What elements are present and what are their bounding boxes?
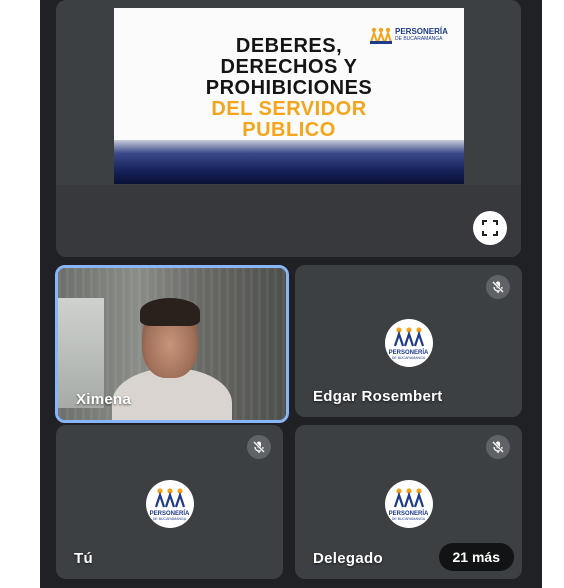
avatar-sub-text: DE BUCARAMANGA — [391, 517, 426, 521]
presentation-tile[interactable]: PERSONERÍA DE BUCARAMANGA DEBERES, DEREC… — [56, 0, 521, 257]
mic-off-icon — [492, 441, 504, 453]
participant-tile-self[interactable]: PERSONERÍA DE BUCARAMANGA Tú — [56, 425, 283, 579]
participant-name: Edgar Rosembert — [313, 388, 443, 405]
mic-off-icon — [492, 281, 504, 293]
participant-tile-ximena[interactable]: Ximena — [55, 265, 289, 423]
slide-title-line-2: DERECHOS Y — [220, 56, 358, 78]
fullscreen-icon — [482, 220, 498, 236]
slide-title-line-3: PROHIBICIONES — [205, 77, 373, 99]
presentation-slide: PERSONERÍA DE BUCARAMANGA DEBERES, DEREC… — [114, 8, 464, 184]
avatar: PERSONERÍA DE BUCARAMANGA — [384, 319, 433, 367]
participant-name: Delegado — [313, 550, 383, 567]
participant-name: Ximena — [76, 391, 132, 408]
slide-title: DEBERES, DERECHOS Y PROHIBICIONES DEL SE… — [114, 36, 464, 141]
more-participants-button[interactable]: 21 más — [438, 543, 514, 571]
avatar-sub-text: DE BUCARAMANGA — [391, 356, 426, 360]
meeting-screen: PERSONERÍA DE BUCARAMANGA DEBERES, DEREC… — [40, 0, 542, 588]
mic-off-icon — [253, 441, 265, 453]
slide-title-line-5: PUBLICO — [242, 119, 336, 141]
fullscreen-button[interactable] — [473, 211, 507, 245]
slide-footer-band — [114, 140, 464, 184]
avatar-sub-text: DE BUCARAMANGA — [152, 517, 187, 521]
slide-title-line-1: DEBERES, — [235, 35, 343, 57]
participant-name: Tú — [74, 550, 93, 567]
avatar: PERSONERÍA DE BUCARAMANGA — [145, 480, 194, 528]
person-hair — [140, 298, 200, 326]
mic-off-indicator — [247, 435, 271, 459]
mic-off-indicator — [486, 275, 510, 299]
participant-tile-edgar[interactable]: PERSONERÍA DE BUCARAMANGA Edgar Rosember… — [295, 265, 522, 417]
presentation-letterbox — [56, 185, 521, 257]
participant-tile-delegado[interactable]: PERSONERÍA DE BUCARAMANGA Delegado 21 má… — [295, 425, 522, 579]
logo-brand-text: PERSONERÍA — [395, 27, 448, 36]
avatar: PERSONERÍA DE BUCARAMANGA — [384, 480, 433, 528]
slide-title-line-4: DEL SERVIDOR — [211, 98, 367, 120]
mic-off-indicator — [486, 435, 510, 459]
